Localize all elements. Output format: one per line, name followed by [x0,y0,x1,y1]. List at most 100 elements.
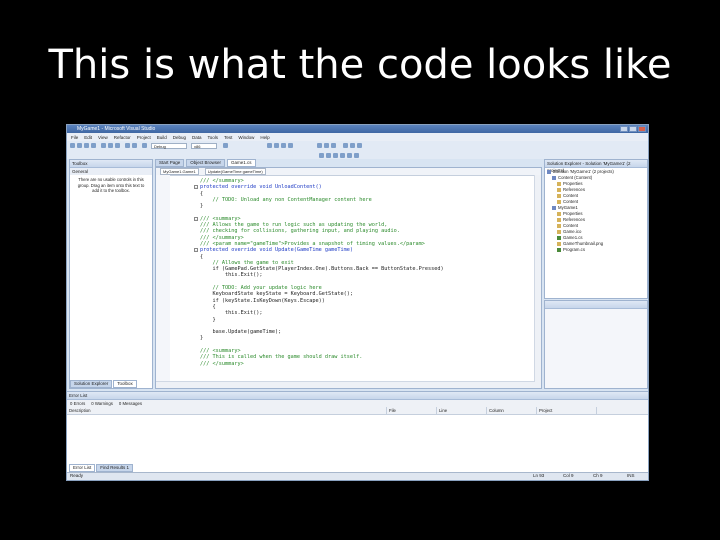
start-icon[interactable] [317,143,322,148]
member-dropdown[interactable]: Update(GameTime gameTime) [204,168,266,175]
window-controls [620,126,646,132]
minimize-button[interactable] [620,126,628,132]
step-out-icon[interactable] [357,143,362,148]
column-project[interactable]: Project [537,407,597,414]
tab-solution-explorer[interactable]: Solution Explorer [70,380,113,388]
slide-title: This is what the code looks like [48,42,672,88]
object-browser-icon[interactable] [281,143,286,148]
tab-error-list[interactable]: Error List [69,464,96,472]
maximize-button[interactable] [629,126,637,132]
menu-test[interactable]: Test [224,135,232,140]
column-file[interactable]: File [387,407,437,414]
column-line[interactable]: Line [437,407,487,414]
warnings-filter-button[interactable]: 0 Warnings [91,400,113,407]
solution-tree-item-label: Content [563,193,579,198]
solution-tree: Solution 'MyGame1' (2 projects) Content (… [545,168,647,254]
toolbox-panel: Toolbox General There are no usable cont… [69,159,153,389]
editor-horizontal-scrollbar[interactable] [156,381,535,388]
menu-data[interactable]: Data [192,135,202,140]
close-button[interactable] [638,126,646,132]
cs-icon [557,235,561,240]
code-editor[interactable]: MyGame1.Game1 Update(GameTime gameTime) … [155,167,542,389]
editor-vertical-scrollbar[interactable] [534,175,541,388]
menu-project[interactable]: Project [137,135,151,140]
outdent-icon[interactable] [326,153,331,158]
comment-icon[interactable] [333,153,338,158]
menu-edit[interactable]: Edit [84,135,92,140]
error-list-header: Error List [67,392,648,400]
collapse-region-icon[interactable]: - [194,248,198,253]
toolbox-icon[interactable] [288,143,293,148]
menu-file[interactable]: File [71,135,78,140]
menu-build[interactable]: Build [157,135,167,140]
uncomment-icon[interactable] [340,153,345,158]
status-insert-mode: INS [627,473,635,478]
properties-panel [544,300,648,389]
menu-help[interactable]: Help [260,135,269,140]
cs-icon [557,247,561,252]
solution-tree-item-label: MyGame1 [558,205,578,210]
indent-icon[interactable] [319,153,324,158]
menu-debug[interactable]: Debug [173,135,186,140]
solution-explorer-icon[interactable] [267,143,272,148]
errors-filter-button[interactable]: 0 Errors [70,400,85,407]
type-dropdown[interactable]: MyGame1.Game1 [160,168,199,175]
platform-select[interactable]: x86 [191,143,217,149]
column-description[interactable]: Description [67,407,387,414]
open-file-icon[interactable] [77,143,82,148]
column-column[interactable]: Column [487,407,537,414]
step-into-icon[interactable] [343,143,348,148]
find-icon[interactable] [223,143,228,148]
navigation-bar: MyGame1.Game1 Update(GameTime gameTime) [156,168,541,176]
save-all-icon[interactable] [91,143,96,148]
stop-icon[interactable] [331,143,336,148]
folder-icon [557,199,561,204]
new-project-icon[interactable] [70,143,75,148]
proj-icon [552,205,556,210]
bookmark-icon[interactable] [347,153,352,158]
save-icon[interactable] [84,143,89,148]
menu-window[interactable]: Window [238,135,254,140]
properties-icon[interactable] [274,143,279,148]
solution-tree-item-label: Game.ico [563,229,582,234]
menu-tools[interactable]: Tools [208,135,219,140]
left-panel-tabs: Solution Explorer Toolbox [70,380,137,388]
folder-icon [557,211,561,216]
status-line: Ln 93 [533,473,545,478]
paste-icon[interactable] [115,143,120,148]
window-title: MyGame1 - Microsoft Visual Studio [77,126,156,132]
toolbox-header: Toolbox [70,160,152,168]
solution-tree-item-label: References [563,187,585,192]
cut-icon[interactable] [101,143,106,148]
undo-icon[interactable] [125,143,130,148]
code-line[interactable]: /// </summary> [200,361,444,367]
solution-tree-item[interactable]: Program.cs [547,247,645,253]
messages-filter-button[interactable]: 0 Messages [119,400,142,407]
tab-object-browser[interactable]: Object Browser [186,159,226,167]
toolbox-group-general[interactable]: General [70,168,152,175]
configuration-select[interactable]: Debug [151,143,187,149]
start-debugging-icon[interactable] [142,143,147,148]
solution-tree-item-label: Content [563,199,579,204]
tab-game1-cs[interactable]: Game1.cs [227,159,256,167]
solution-tree-item-label: Properties [563,211,583,216]
solution-tree-item-label: Solution 'MyGame1' (2 projects) [553,169,614,174]
folder-icon [557,187,561,192]
status-text: Ready [70,473,84,478]
menu-view[interactable]: View [98,135,108,140]
next-bookmark-icon[interactable] [354,153,359,158]
step-over-icon[interactable] [350,143,355,148]
tab-find-results[interactable]: Find Results 1 [96,464,134,472]
copy-icon[interactable] [108,143,113,148]
file-icon [557,241,561,246]
tab-start-page[interactable]: Start Page [155,159,185,167]
collapse-region-icon[interactable]: - [194,185,198,190]
code-text[interactable]: /// </summary> protected override void Un… [200,178,444,367]
menu-refactor[interactable]: Refactor [114,135,131,140]
editor-gutter [156,175,170,388]
redo-icon[interactable] [132,143,137,148]
pause-icon[interactable] [324,143,329,148]
collapse-region-icon[interactable]: - [194,216,198,221]
tab-toolbox[interactable]: Toolbox [113,380,137,388]
title-bar: MyGame1 - Microsoft Visual Studio [67,125,648,133]
